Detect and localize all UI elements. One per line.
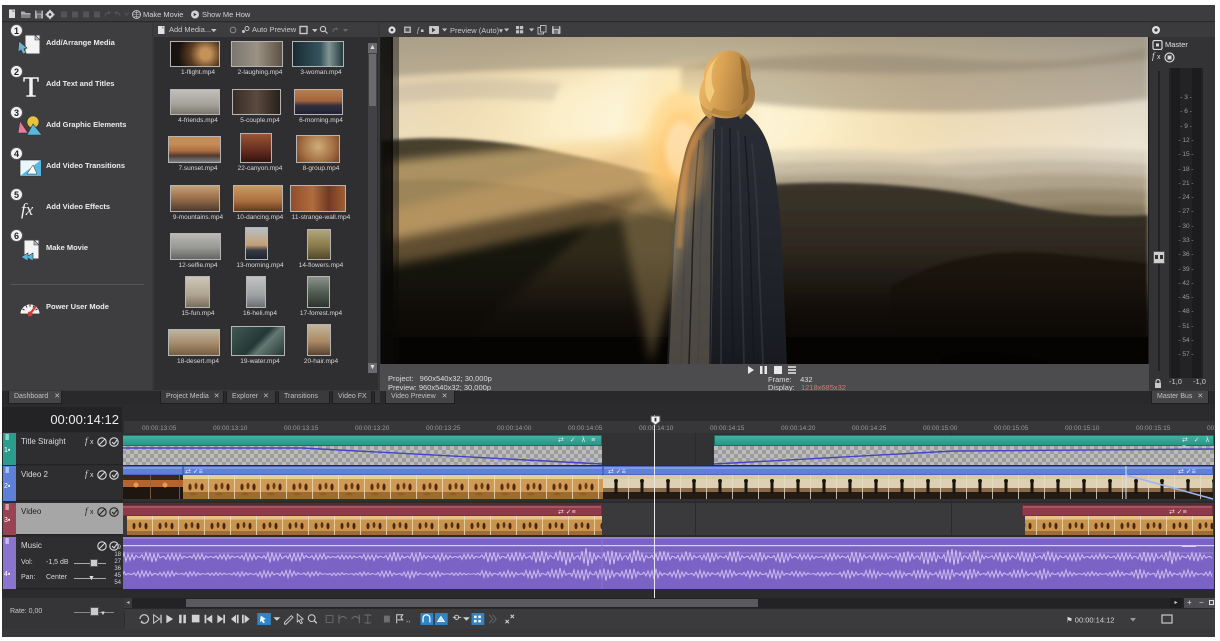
svg-text:⇄ ✓≡: ⇄ ✓≡ [1169, 509, 1187, 516]
svg-text:fx: fx [21, 200, 34, 219]
svg-text:⇄ ✓≡: ⇄ ✓≡ [1178, 469, 1196, 476]
svg-text:⇄ ✓≡: ⇄ ✓≡ [608, 469, 626, 476]
svg-text:,,: ,, [406, 615, 410, 624]
svg-text:⇄ ✓≡: ⇄ ✓≡ [558, 509, 576, 516]
svg-text:⇄ ✓≡: ⇄ ✓≡ [185, 469, 203, 476]
svg-text:⚑ 00:00:14:12: ⚑ 00:00:14:12 [1066, 616, 1114, 625]
svg-text:f: f [417, 26, 420, 35]
